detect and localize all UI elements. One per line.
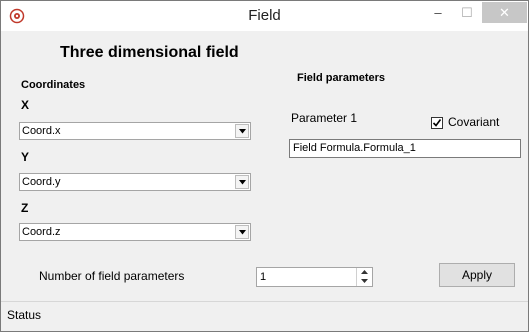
covariant-label: Covariant	[448, 115, 500, 129]
chevron-down-icon[interactable]	[235, 124, 249, 138]
status-text: Status	[7, 308, 42, 322]
num-field-params-label: Number of field parameters	[39, 269, 185, 283]
y-coordinate-value: Coord.y	[22, 176, 61, 188]
x-label: X	[21, 98, 30, 112]
minimize-button[interactable]: –	[424, 2, 452, 23]
apply-button[interactable]: Apply	[439, 263, 515, 287]
spin-down-icon[interactable]	[357, 277, 372, 286]
z-label: Z	[21, 201, 29, 215]
z-coordinate-value: Coord.z	[22, 226, 61, 238]
status-bar: Status	[1, 301, 528, 331]
chevron-down-icon[interactable]	[235, 225, 249, 239]
field-dialog-window: Field – ☐ ✕ Three dimensional field Coor…	[0, 0, 529, 332]
num-field-params-spinner[interactable]: 1	[256, 267, 373, 287]
coordinates-title: Coordinates	[21, 79, 86, 91]
dialog-heading: Three dimensional field	[60, 44, 239, 61]
spinner-buttons	[356, 268, 372, 286]
num-field-params-value: 1	[260, 271, 267, 283]
covariant-checkbox[interactable]	[431, 117, 443, 129]
spin-up-icon[interactable]	[357, 268, 372, 277]
z-coordinate-select[interactable]: Coord.z	[19, 223, 251, 241]
x-coordinate-select[interactable]: Coord.x	[19, 122, 251, 140]
field-formula-value: Field Formula.Formula_1	[293, 142, 416, 154]
dialog-body: Three dimensional field Coordinates X Co…	[8, 31, 521, 301]
field-formula-input[interactable]: Field Formula.Formula_1	[289, 139, 521, 158]
close-button[interactable]: ✕	[482, 2, 527, 23]
chevron-down-icon[interactable]	[235, 175, 249, 189]
title-bar: Field – ☐ ✕	[1, 1, 528, 31]
y-coordinate-select[interactable]: Coord.y	[19, 173, 251, 191]
maximize-button[interactable]: ☐	[453, 2, 481, 23]
parameter-1-label: Parameter 1	[291, 111, 358, 125]
y-label: Y	[21, 150, 30, 164]
x-coordinate-value: Coord.x	[22, 125, 61, 137]
field-parameters-title: Field parameters	[297, 72, 386, 84]
